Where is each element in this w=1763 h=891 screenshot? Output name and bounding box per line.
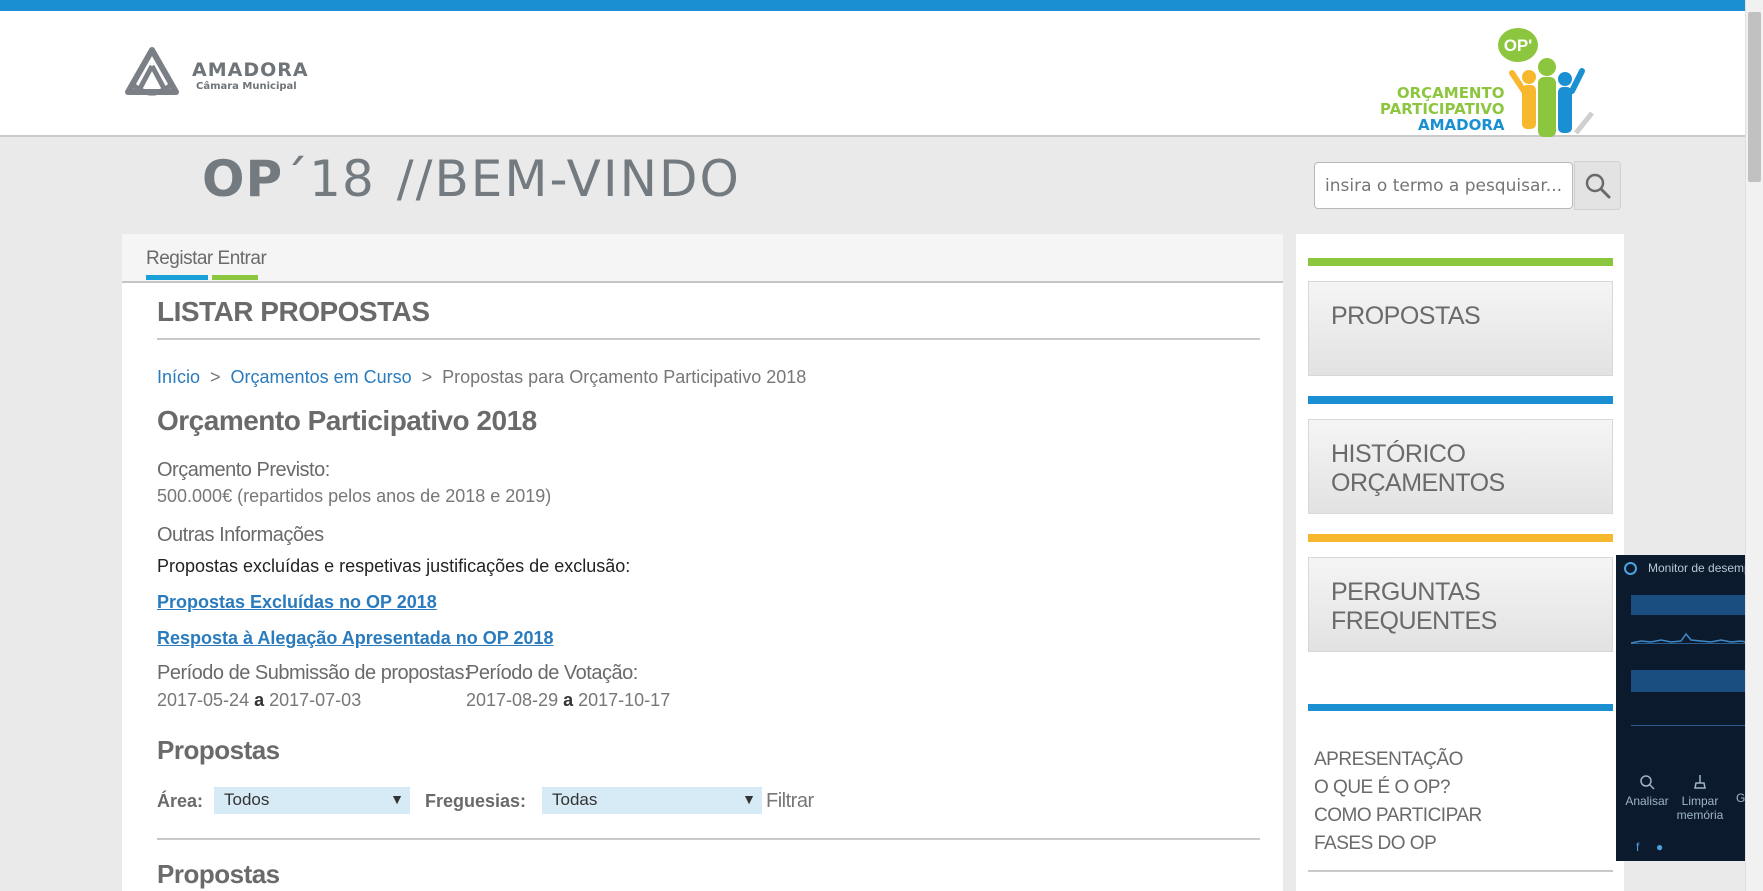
op-people-icon: OP' — [1498, 28, 1594, 137]
dropdown-arrow-icon: ▼ — [742, 791, 756, 807]
sidebar-link-what-is-op[interactable]: O QUE É O OP? — [1314, 774, 1482, 802]
user-bar: Registar Entrar — [122, 234, 1283, 283]
filter-button[interactable]: Filtrar — [766, 790, 814, 813]
op-badge-text: OP' — [1504, 36, 1533, 55]
sidebar-bottom-divider — [1308, 870, 1613, 872]
area-select[interactable]: Todos ▼ — [214, 787, 410, 814]
amadora-emblem-icon — [125, 47, 179, 96]
budget-title: Orçamento Participativo 2018 — [157, 405, 537, 436]
op-logo-line1: ORÇAMENTO — [1396, 84, 1505, 102]
register-underline — [146, 275, 208, 280]
page-scrollbar[interactable] — [1745, 0, 1763, 891]
sidebar-item-budget-history[interactable]: HISTÓRICO ORÇAMENTOS — [1308, 419, 1613, 514]
sidebar-item-faq[interactable]: PERGUNTAS FREQUENTES — [1308, 557, 1613, 652]
allegation-response-link[interactable]: Resposta à Alegação Apresentada no OP 20… — [157, 628, 554, 649]
sidebar: PROPOSTAS HISTÓRICO ORÇAMENTOS PERGUNTAS… — [1296, 234, 1624, 891]
section-divider — [157, 838, 1260, 840]
monitor-graph-4 — [1631, 725, 1763, 726]
monitor-clear-memory-button[interactable]: Limpar memória — [1674, 773, 1726, 822]
performance-monitor-panel[interactable]: Monitor de desempenho Analisar Limpar me… — [1616, 555, 1763, 861]
sidebar-link-how-to-participate[interactable]: COMO PARTICIPAR — [1314, 802, 1482, 830]
login-underline — [212, 275, 258, 280]
monitor-clear-memory-label: Limpar memória — [1676, 794, 1724, 822]
range-word: a — [563, 690, 574, 710]
breadcrumb-home[interactable]: Início — [157, 367, 200, 387]
area-filter-label: Área: — [157, 791, 204, 811]
monitor-graph-1 — [1631, 595, 1763, 615]
sidebar-item-proposals[interactable]: PROPOSTAS — [1308, 281, 1613, 376]
parish-filter-label: Freguesias: — [425, 791, 527, 811]
monitor-logo-icon — [1624, 562, 1637, 575]
monitor-analyze-button[interactable]: Analisar — [1624, 773, 1670, 808]
proposals-list-heading: Propostas — [157, 859, 280, 889]
submission-end: 2017-07-03 — [269, 690, 362, 710]
sidebar-accent-green — [1308, 258, 1613, 266]
sidebar-accent-blue-2 — [1308, 704, 1613, 711]
submission-period-value: 2017-05-24 a 2017-07-03 — [157, 690, 361, 711]
page-title-welcome: //BEM-VINDO — [396, 150, 741, 208]
sidebar-item-label: PERGUNTAS FREQUENTES — [1331, 578, 1497, 635]
sidebar-item-label: PROPOSTAS — [1331, 302, 1481, 330]
breadcrumb-current: Propostas para Orçamento Participativo 2… — [442, 367, 807, 387]
parish-select[interactable]: Todas ▼ — [542, 787, 762, 814]
broom-icon — [1694, 775, 1706, 789]
page-title-year: ´18 — [283, 150, 375, 208]
facebook-icon[interactable]: f — [1636, 840, 1639, 854]
city-name: AMADORA — [192, 58, 309, 81]
dropdown-arrow-icon: ▼ — [390, 791, 404, 807]
voting-period-label: Período de Votação: — [466, 662, 638, 684]
sidebar-accent-yellow — [1308, 534, 1613, 542]
forecast-label: Orçamento Previsto: — [157, 459, 330, 481]
site-header: AMADORA Câmara Municipal ORÇAMENTO PARTI… — [0, 11, 1745, 137]
submission-period-label: Período de Submissão de propostas: — [157, 662, 470, 684]
chat-icon[interactable]: ● — [1656, 840, 1663, 854]
proposals-heading: Propostas — [157, 735, 280, 765]
monitor-analyze-label: Analisar — [1625, 794, 1669, 808]
search-input[interactable] — [1314, 162, 1573, 209]
other-info-label: Outras Informações — [157, 524, 324, 546]
main-content: Registar Entrar LISTAR PROPOSTAS Início >… — [122, 234, 1283, 891]
top-accent-bar — [0, 0, 1763, 11]
sidebar-links: APRESENTAÇÃO O QUE É O OP? COMO PARTICIP… — [1314, 746, 1482, 858]
monitor-graph-3 — [1631, 670, 1763, 692]
area-select-value: Todos — [224, 790, 270, 809]
voting-end: 2017-10-17 — [578, 690, 671, 710]
register-link[interactable]: Registar — [146, 248, 213, 269]
parish-select-value: Todas — [552, 790, 598, 809]
voting-period-value: 2017-08-29 a 2017-10-17 — [466, 690, 670, 711]
sidebar-link-op-phases[interactable]: FASES DO OP — [1314, 830, 1482, 858]
op-logo-line2: PARTICIPATIVO — [1380, 100, 1505, 118]
breadcrumb-separator: > — [210, 367, 221, 387]
section-title: LISTAR PROPOSTAS — [157, 296, 1260, 340]
op-amadora-logo[interactable]: ORÇAMENTO PARTICIPATIVO AMADORA OP' — [1370, 25, 1610, 151]
submission-start: 2017-05-24 — [157, 690, 250, 710]
forecast-value: 500.000€ (repartidos pelos anos de 2018 … — [157, 486, 552, 506]
page-title: OP´18 //BEM-VINDO — [202, 150, 741, 208]
page-title-op: OP — [202, 150, 284, 208]
excluded-proposals-link[interactable]: Propostas Excluídas no OP 2018 — [157, 592, 437, 613]
breadcrumb-current-budgets[interactable]: Orçamentos em Curso — [231, 367, 412, 387]
monitor-spark-icon — [1631, 632, 1763, 644]
scrollbar-thumb[interactable] — [1748, 12, 1761, 182]
sidebar-item-label: HISTÓRICO ORÇAMENTOS — [1331, 440, 1505, 497]
voting-start: 2017-08-29 — [466, 690, 559, 710]
breadcrumb-separator: > — [421, 367, 433, 387]
login-link[interactable]: Entrar — [218, 248, 267, 269]
search-button[interactable] — [1574, 161, 1621, 210]
analyze-icon — [1640, 775, 1655, 790]
search-icon — [1585, 173, 1610, 198]
other-info-text: Propostas excluídas e respetivas justifi… — [157, 556, 631, 576]
op-logo-line3: AMADORA — [1417, 116, 1505, 134]
city-subtitle: Câmara Municipal — [196, 80, 297, 92]
range-word: a — [254, 690, 265, 710]
sidebar-link-presentation[interactable]: APRESENTAÇÃO — [1314, 746, 1482, 774]
sidebar-accent-blue — [1308, 396, 1613, 404]
amadora-logo[interactable]: AMADORA Câmara Municipal — [122, 46, 309, 104]
breadcrumb: Início > Orçamentos em Curso > Propostas par… — [157, 367, 806, 388]
